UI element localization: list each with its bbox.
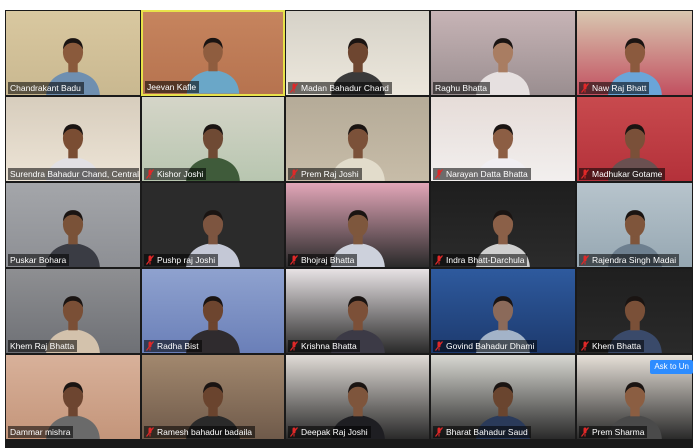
- participant-name: Deepak Raj Joshi: [301, 427, 368, 437]
- participant-name-bar: Bharat Bahadur Saud: [433, 426, 531, 438]
- muted-mic-icon: [435, 169, 443, 179]
- participant-name-bar: Dammar mishra: [8, 426, 74, 438]
- participant-name-bar: Deepak Raj Joshi: [288, 426, 371, 438]
- muted-mic-icon: [581, 341, 589, 351]
- muted-mic-icon: [290, 83, 298, 93]
- participant-name: Kishor Joshi: [157, 169, 204, 179]
- participant-tile[interactable]: Rajendra Singh Madai: [576, 182, 693, 268]
- participant-name: Madan Bahadur Chand: [301, 83, 389, 93]
- muted-mic-icon: [435, 341, 443, 351]
- participant-name: Indra Bhatt-Darchula: [446, 255, 525, 265]
- participant-tile[interactable]: Madan Bahadur Chand: [285, 10, 430, 96]
- muted-mic-icon: [435, 427, 443, 437]
- participant-name-bar: Prem Sharma: [579, 426, 648, 438]
- participant-name: Naw Raj Bhatt: [592, 83, 647, 93]
- muted-mic-icon: [146, 427, 154, 437]
- participant-tile[interactable]: Ramesh bahadur badaila: [141, 354, 285, 440]
- participant-name: Ramesh bahadur badaila: [157, 427, 252, 437]
- participant-name-bar: Raghu Bhatta: [433, 82, 490, 94]
- participant-tile[interactable]: Bharat Bahadur Saud: [430, 354, 576, 440]
- participant-name: Rajendra Singh Madai: [592, 255, 677, 265]
- ask-to-unmute-button[interactable]: Ask to Un: [650, 360, 693, 374]
- participant-name: Bhojraj Bhatta: [301, 255, 355, 265]
- participant-name-bar: Rajendra Singh Madai: [579, 254, 680, 266]
- participant-name: Govind Bahadur Dhami: [446, 341, 535, 351]
- participant-name: Pushp raj Joshi: [157, 255, 216, 265]
- participant-name-bar: Indra Bhatt-Darchula: [433, 254, 528, 266]
- participant-tile[interactable]: Surendra Bahadur Chand, Central Camp...: [5, 96, 141, 182]
- participant-tile[interactable]: Govind Bahadur Dhami: [430, 268, 576, 354]
- participant-tile[interactable]: Radha Bist: [141, 268, 285, 354]
- participant-name: Surendra Bahadur Chand, Central Camp...: [10, 169, 139, 179]
- participant-name: Raghu Bhatta: [435, 83, 487, 93]
- participant-tile[interactable]: Bhojraj Bhatta: [285, 182, 430, 268]
- participant-name-bar: Prem Raj Joshi: [288, 168, 362, 180]
- muted-mic-icon: [290, 427, 298, 437]
- participant-name: Chandrakant Badu: [10, 83, 81, 93]
- participant-name: Puskar Bohara: [10, 255, 67, 265]
- participant-tile[interactable]: Madhukar Gotame: [576, 96, 693, 182]
- muted-mic-icon: [290, 341, 298, 351]
- participant-name: Prem Sharma: [592, 427, 645, 437]
- participant-name-bar: Kishor Joshi: [144, 168, 207, 180]
- muted-mic-icon: [290, 255, 298, 265]
- muted-mic-icon: [290, 169, 298, 179]
- participant-tile[interactable]: Khem Raj Bhatta: [5, 268, 141, 354]
- participant-name: Khem Raj Bhatta: [10, 341, 75, 351]
- participant-name: Krishna Bhatta: [301, 341, 357, 351]
- participant-tile[interactable]: Khem Bhatta: [576, 268, 693, 354]
- participant-name-bar: Krishna Bhatta: [288, 340, 360, 352]
- participant-name-bar: Madhukar Gotame: [579, 168, 666, 180]
- muted-mic-icon: [146, 341, 154, 351]
- participant-name-bar: Radha Bist: [144, 340, 202, 352]
- participant-tile[interactable]: Indra Bhatt-Darchula: [430, 182, 576, 268]
- participant-name-bar: Ramesh bahadur badaila: [144, 426, 255, 438]
- participant-name: Dammar mishra: [10, 427, 71, 437]
- participant-name-bar: Madan Bahadur Chand: [288, 82, 392, 94]
- muted-mic-icon: [146, 255, 154, 265]
- participant-tile[interactable]: Krishna Bhatta: [285, 268, 430, 354]
- participant-tile[interactable]: Pushp raj Joshi: [141, 182, 285, 268]
- participant-name: Prem Raj Joshi: [301, 169, 359, 179]
- participant-name: Jeevan Kafle: [147, 82, 197, 92]
- participant-tile[interactable]: Prem Raj Joshi: [285, 96, 430, 182]
- participant-name-bar: Surendra Bahadur Chand, Central Camp...: [8, 168, 140, 180]
- participant-name: Madhukar Gotame: [592, 169, 663, 179]
- participant-tile[interactable]: Chandrakant Badu: [5, 10, 141, 96]
- muted-mic-icon: [581, 169, 589, 179]
- gallery-grid: Chandrakant Badu Jeevan Kafle Madan Bahadu…: [5, 10, 693, 448]
- participant-name-bar: Pushp raj Joshi: [144, 254, 219, 266]
- participant-tile[interactable]: Raghu Bhatta: [430, 10, 576, 96]
- participant-tile[interactable]: Dammar mishra: [5, 354, 141, 440]
- participant-tile[interactable]: Naw Raj Bhatt: [576, 10, 693, 96]
- muted-mic-icon: [581, 255, 589, 265]
- participant-tile[interactable]: Puskar Bohara: [5, 182, 141, 268]
- participant-name-bar: Bhojraj Bhatta: [288, 254, 358, 266]
- participant-tile[interactable]: Jeevan Kafle: [141, 10, 285, 96]
- participant-name-bar: Naw Raj Bhatt: [579, 82, 650, 94]
- participant-name-bar: Govind Bahadur Dhami: [433, 340, 538, 352]
- muted-mic-icon: [581, 83, 589, 93]
- participant-name-bar: Khem Bhatta: [579, 340, 645, 352]
- participant-tile[interactable]: Deepak Raj Joshi: [285, 354, 430, 440]
- muted-mic-icon: [146, 169, 154, 179]
- participant-name-bar: Narayan Datta Bhatta: [433, 168, 531, 180]
- meeting-window: Chandrakant Badu Jeevan Kafle Madan Bahadu…: [5, 10, 693, 448]
- participant-tile[interactable]: Kishor Joshi: [141, 96, 285, 182]
- muted-mic-icon: [435, 255, 443, 265]
- participant-name-bar: Khem Raj Bhatta: [8, 340, 78, 352]
- participant-name: Khem Bhatta: [592, 341, 642, 351]
- participant-name-bar: Chandrakant Badu: [8, 82, 84, 94]
- participant-name: Radha Bist: [157, 341, 199, 351]
- participant-tile[interactable]: Narayan Datta Bhatta: [430, 96, 576, 182]
- participant-name: Narayan Datta Bhatta: [446, 169, 528, 179]
- participant-name-bar: Jeevan Kafle: [145, 81, 200, 93]
- muted-mic-icon: [581, 427, 589, 437]
- participant-name: Bharat Bahadur Saud: [446, 427, 528, 437]
- participant-name-bar: Puskar Bohara: [8, 254, 70, 266]
